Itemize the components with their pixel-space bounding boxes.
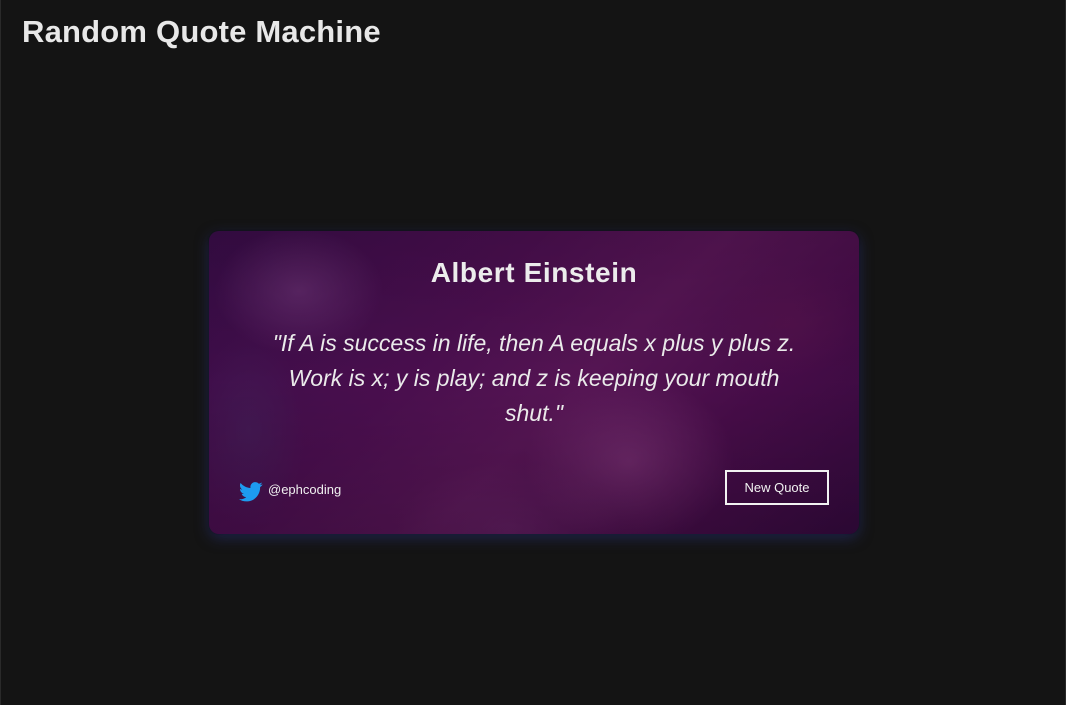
new-quote-button[interactable]: New Quote	[725, 470, 829, 505]
app-window: Random Quote Machine Albert Einstein "If…	[0, 0, 1066, 705]
twitter-bird-icon	[239, 482, 263, 502]
quote-text: "If A is success in life, then A equals …	[272, 330, 796, 426]
quote-author: Albert Einstein	[430, 257, 638, 288]
card-content: Albert Einstein "If A is success in life…	[209, 231, 859, 534]
twitter-handle: @ephcoding	[268, 482, 342, 497]
quote-card: Albert Einstein "If A is success in life…	[209, 231, 859, 534]
tweet-link[interactable]: @ephcoding	[239, 477, 341, 502]
page-title: Random Quote Machine	[22, 14, 381, 49]
